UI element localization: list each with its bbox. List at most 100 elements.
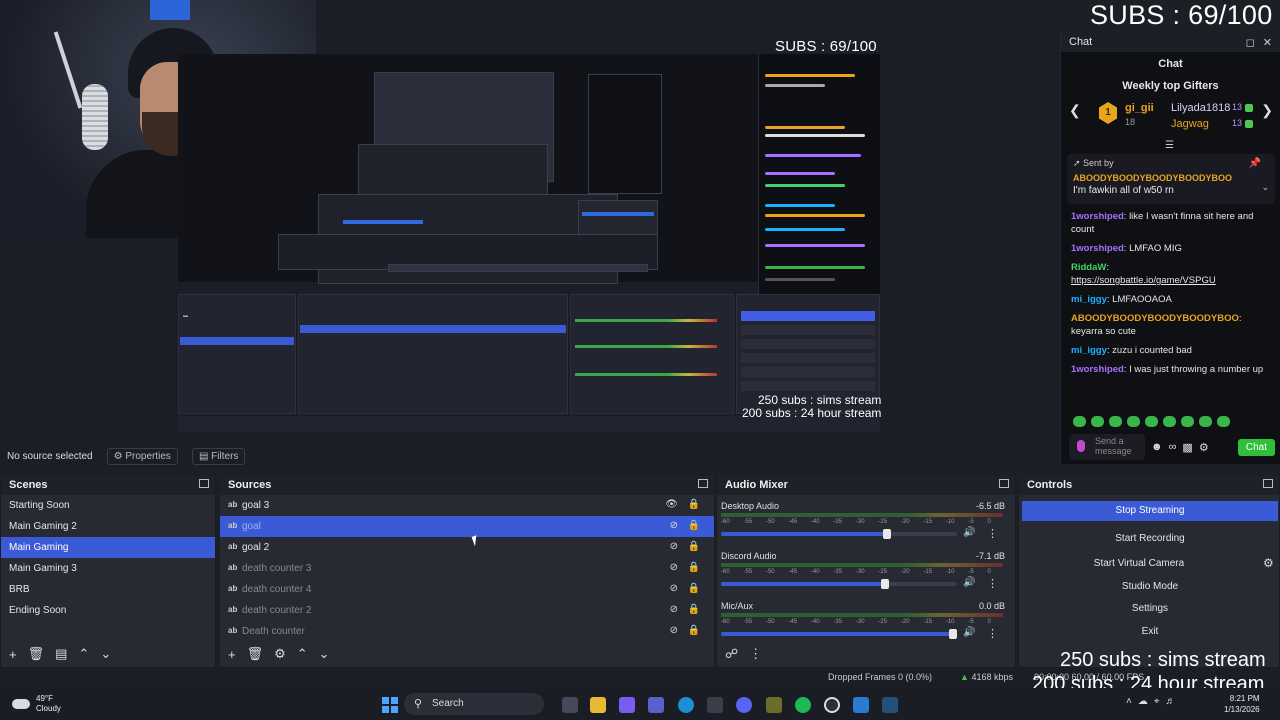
volume-slider[interactable] [721, 529, 957, 539]
eye-hidden-icon[interactable]: ⊘ [670, 583, 678, 594]
lock-icon[interactable]: 🔒 [688, 520, 700, 531]
more-icon[interactable]: ⋮ [987, 527, 998, 540]
pin-icon[interactable]: 📌 [1249, 158, 1261, 169]
app-icon-2[interactable] [853, 697, 869, 713]
scene-item[interactable]: BRB [1, 579, 215, 600]
popout-icon[interactable] [999, 479, 1009, 488]
emote-bar[interactable] [1073, 416, 1230, 427]
move-up-icon[interactable]: ⌃ [297, 646, 308, 662]
start-button[interactable] [382, 697, 398, 713]
lock-icon[interactable]: 🔒 [688, 541, 700, 552]
speaker-icon[interactable]: 🔊 [963, 527, 975, 538]
spotify-icon[interactable] [795, 697, 811, 713]
trash-icon[interactable]: 🗑 [28, 646, 45, 662]
eye-hidden-icon[interactable]: ⊘ [670, 625, 678, 636]
chat-username[interactable]: 1worshiped [1071, 211, 1124, 222]
trash-icon[interactable]: 🗑 [247, 646, 264, 662]
gear-icon[interactable]: ⚙ [1263, 556, 1274, 570]
source-item[interactable]: ab death counter 4 ⊘ 🔒 [220, 579, 714, 600]
lock-icon[interactable]: 🔒 [688, 583, 700, 594]
gifter-name[interactable]: Jagwag [1171, 118, 1209, 130]
speaker-icon[interactable]: 🔊 [963, 627, 975, 638]
scene-filters-icon[interactable]: ▤ [55, 646, 67, 662]
eye-icon[interactable]: 👁 [665, 499, 678, 510]
chat-username[interactable]: 1worshiped [1071, 364, 1124, 375]
chat-username[interactable]: RiddaW [1071, 262, 1106, 273]
scene-item[interactable]: Main Gaming 3 [1, 558, 215, 579]
teams-icon[interactable] [648, 697, 664, 713]
lock-icon[interactable]: 🔒 [688, 604, 700, 615]
popout-icon[interactable]: ◻ [1246, 36, 1255, 49]
gifter-name[interactable]: Lilyada1818 [1171, 102, 1230, 114]
store-icon[interactable]: ▩ [1182, 441, 1192, 454]
gifter-name[interactable]: gi_gii [1125, 102, 1154, 114]
volume-slider[interactable] [721, 629, 957, 639]
emote-picker-icon[interactable]: ☻ [1151, 441, 1163, 453]
chat-link[interactable]: https://songbattle.io/game/VSPGU [1071, 275, 1216, 286]
infinity-icon[interactable]: ∞ [1169, 441, 1177, 453]
add-icon[interactable]: + [9, 647, 17, 662]
studio-mode-button[interactable]: Studio Mode [1022, 577, 1278, 597]
popout-icon[interactable] [1263, 479, 1273, 488]
chat-username[interactable]: ABOODYBOODYBOODYBOODYBOO [1071, 313, 1239, 324]
lock-icon[interactable]: 🔒 [688, 625, 700, 636]
chat-username[interactable]: mi_iggy [1071, 345, 1107, 356]
store-icon[interactable] [707, 697, 723, 713]
gear-icon[interactable]: ⚙ [274, 646, 286, 662]
source-item[interactable]: ab death counter 3 ⊘ 🔒 [220, 558, 714, 579]
obs-icon[interactable] [824, 697, 840, 713]
eye-hidden-icon[interactable]: ⊘ [670, 520, 678, 531]
stop-streaming-button[interactable]: Stop Streaming [1022, 501, 1278, 521]
weather-widget[interactable]: 49°F Cloudy [12, 694, 61, 714]
clock[interactable]: 8:21 PM 1/13/2026 [1224, 693, 1260, 715]
prev-arrow-icon[interactable]: ❮ [1069, 102, 1081, 119]
app-icon[interactable] [766, 697, 782, 713]
chat-username[interactable]: mi_iggy [1071, 294, 1107, 305]
lock-icon[interactable]: 🔒 [688, 562, 700, 573]
eye-hidden-icon[interactable]: ⊘ [670, 562, 678, 573]
file-explorer-icon[interactable] [590, 697, 606, 713]
properties-button[interactable]: ⚙ Properties [106, 447, 178, 465]
filters-button[interactable]: ▤ Filters [191, 447, 246, 465]
popout-icon[interactable] [199, 479, 209, 488]
more-icon[interactable]: ⋮ [987, 577, 998, 590]
source-item[interactable]: ab goal 2 ⊘ 🔒 [220, 537, 714, 558]
source-item[interactable]: ab death counter 2 ⊘ 🔒 [220, 600, 714, 621]
gear-icon[interactable]: ⚙ [1199, 441, 1209, 454]
source-item[interactable]: ab Death counter ⊘ 🔒 [220, 621, 714, 642]
system-tray[interactable]: ˄☁⌖♬ [1126, 696, 1181, 707]
more-icon[interactable]: ⋮ [987, 627, 998, 640]
volume-slider[interactable] [721, 579, 957, 589]
scene-item[interactable]: Main Gaming [1, 537, 215, 558]
add-icon[interactable]: + [228, 647, 236, 662]
start-recording-button[interactable]: Start Recording [1022, 529, 1278, 549]
eye-hidden-icon[interactable]: ⊘ [670, 604, 678, 615]
move-down-icon[interactable]: ⌄ [100, 646, 111, 662]
taskbar-search[interactable]: ⚲ Search [404, 693, 544, 715]
move-down-icon[interactable]: ⌄ [319, 646, 330, 662]
steam-icon[interactable] [882, 697, 898, 713]
link-icon[interactable]: ☍ [725, 646, 738, 662]
next-arrow-icon[interactable]: ❯ [1261, 102, 1273, 119]
close-icon[interactable]: ✕ [1263, 36, 1272, 49]
scene-item[interactable]: Main Gaming 2 [1, 516, 215, 537]
chat-username[interactable]: 1worshiped [1071, 243, 1124, 254]
more-icon[interactable]: ⋮ [749, 646, 762, 662]
speaker-icon[interactable]: 🔊 [963, 577, 975, 588]
chat-message-input[interactable]: Send a message [1069, 434, 1145, 460]
discord-icon[interactable] [736, 697, 752, 713]
lock-icon[interactable]: 🔒 [688, 499, 700, 510]
source-item[interactable]: ab goal 3 👁 🔒 [220, 495, 714, 516]
copilot-icon[interactable] [619, 697, 635, 713]
task-view-icon[interactable] [562, 697, 578, 713]
scene-item[interactable]: Ending Soon [1, 600, 215, 621]
chevron-down-icon[interactable]: ⌄ [1261, 182, 1269, 193]
collapse-lines-icon[interactable]: ☰ [1165, 140, 1174, 151]
chat-send-button[interactable]: Chat [1237, 438, 1275, 456]
move-up-icon[interactable]: ⌃ [78, 646, 89, 662]
exit-button[interactable]: Exit [1022, 622, 1278, 642]
settings-button[interactable]: Settings [1022, 599, 1278, 619]
pinned-user[interactable]: ABOODYBOODYBOODYBOODYBOO [1073, 173, 1269, 183]
scene-item[interactable]: Starting Soon [1, 495, 215, 516]
source-item[interactable]: ab goal ⊘ 🔒 [220, 516, 714, 537]
